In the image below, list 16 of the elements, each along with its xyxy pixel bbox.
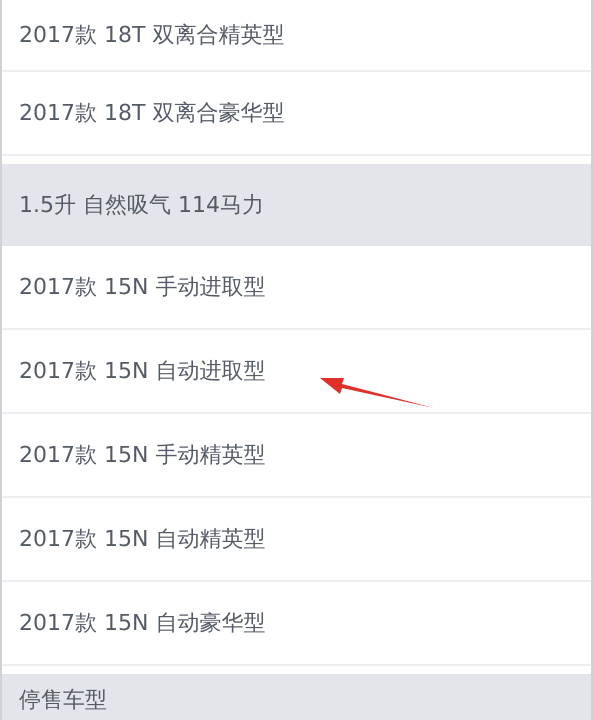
list-item[interactable]: 2017款 15N 自动精英型 <box>2 498 591 582</box>
list-item[interactable]: 2017款 18T 双离合豪华型 <box>2 72 591 156</box>
section-title: 1.5升 自然吸气 114马力 <box>19 192 264 220</box>
list-item[interactable]: 2017款 15N 自动豪华型 <box>2 582 591 666</box>
model-name: 2017款 15N 手动精英型 <box>19 442 266 470</box>
list-item[interactable]: 2017款 18T 双离合精英型 <box>2 0 591 72</box>
model-name: 2017款 15N 自动豪华型 <box>19 610 266 638</box>
model-name: 2017款 18T 双离合豪华型 <box>19 100 284 128</box>
model-name: 2017款 15N 手动进取型 <box>19 274 266 302</box>
model-name: 2017款 15N 自动精英型 <box>19 526 266 554</box>
model-name: 2017款 18T 双离合精英型 <box>19 22 284 50</box>
list-item[interactable]: 2017款 15N 手动精英型 <box>2 414 591 498</box>
list-item[interactable]: 2017款 15N 自动进取型 <box>2 330 591 414</box>
model-name: 2017款 15N 自动进取型 <box>19 358 266 386</box>
section-title: 停售车型 <box>19 687 107 715</box>
list-item[interactable]: 2017款 15N 手动进取型 <box>2 246 591 330</box>
